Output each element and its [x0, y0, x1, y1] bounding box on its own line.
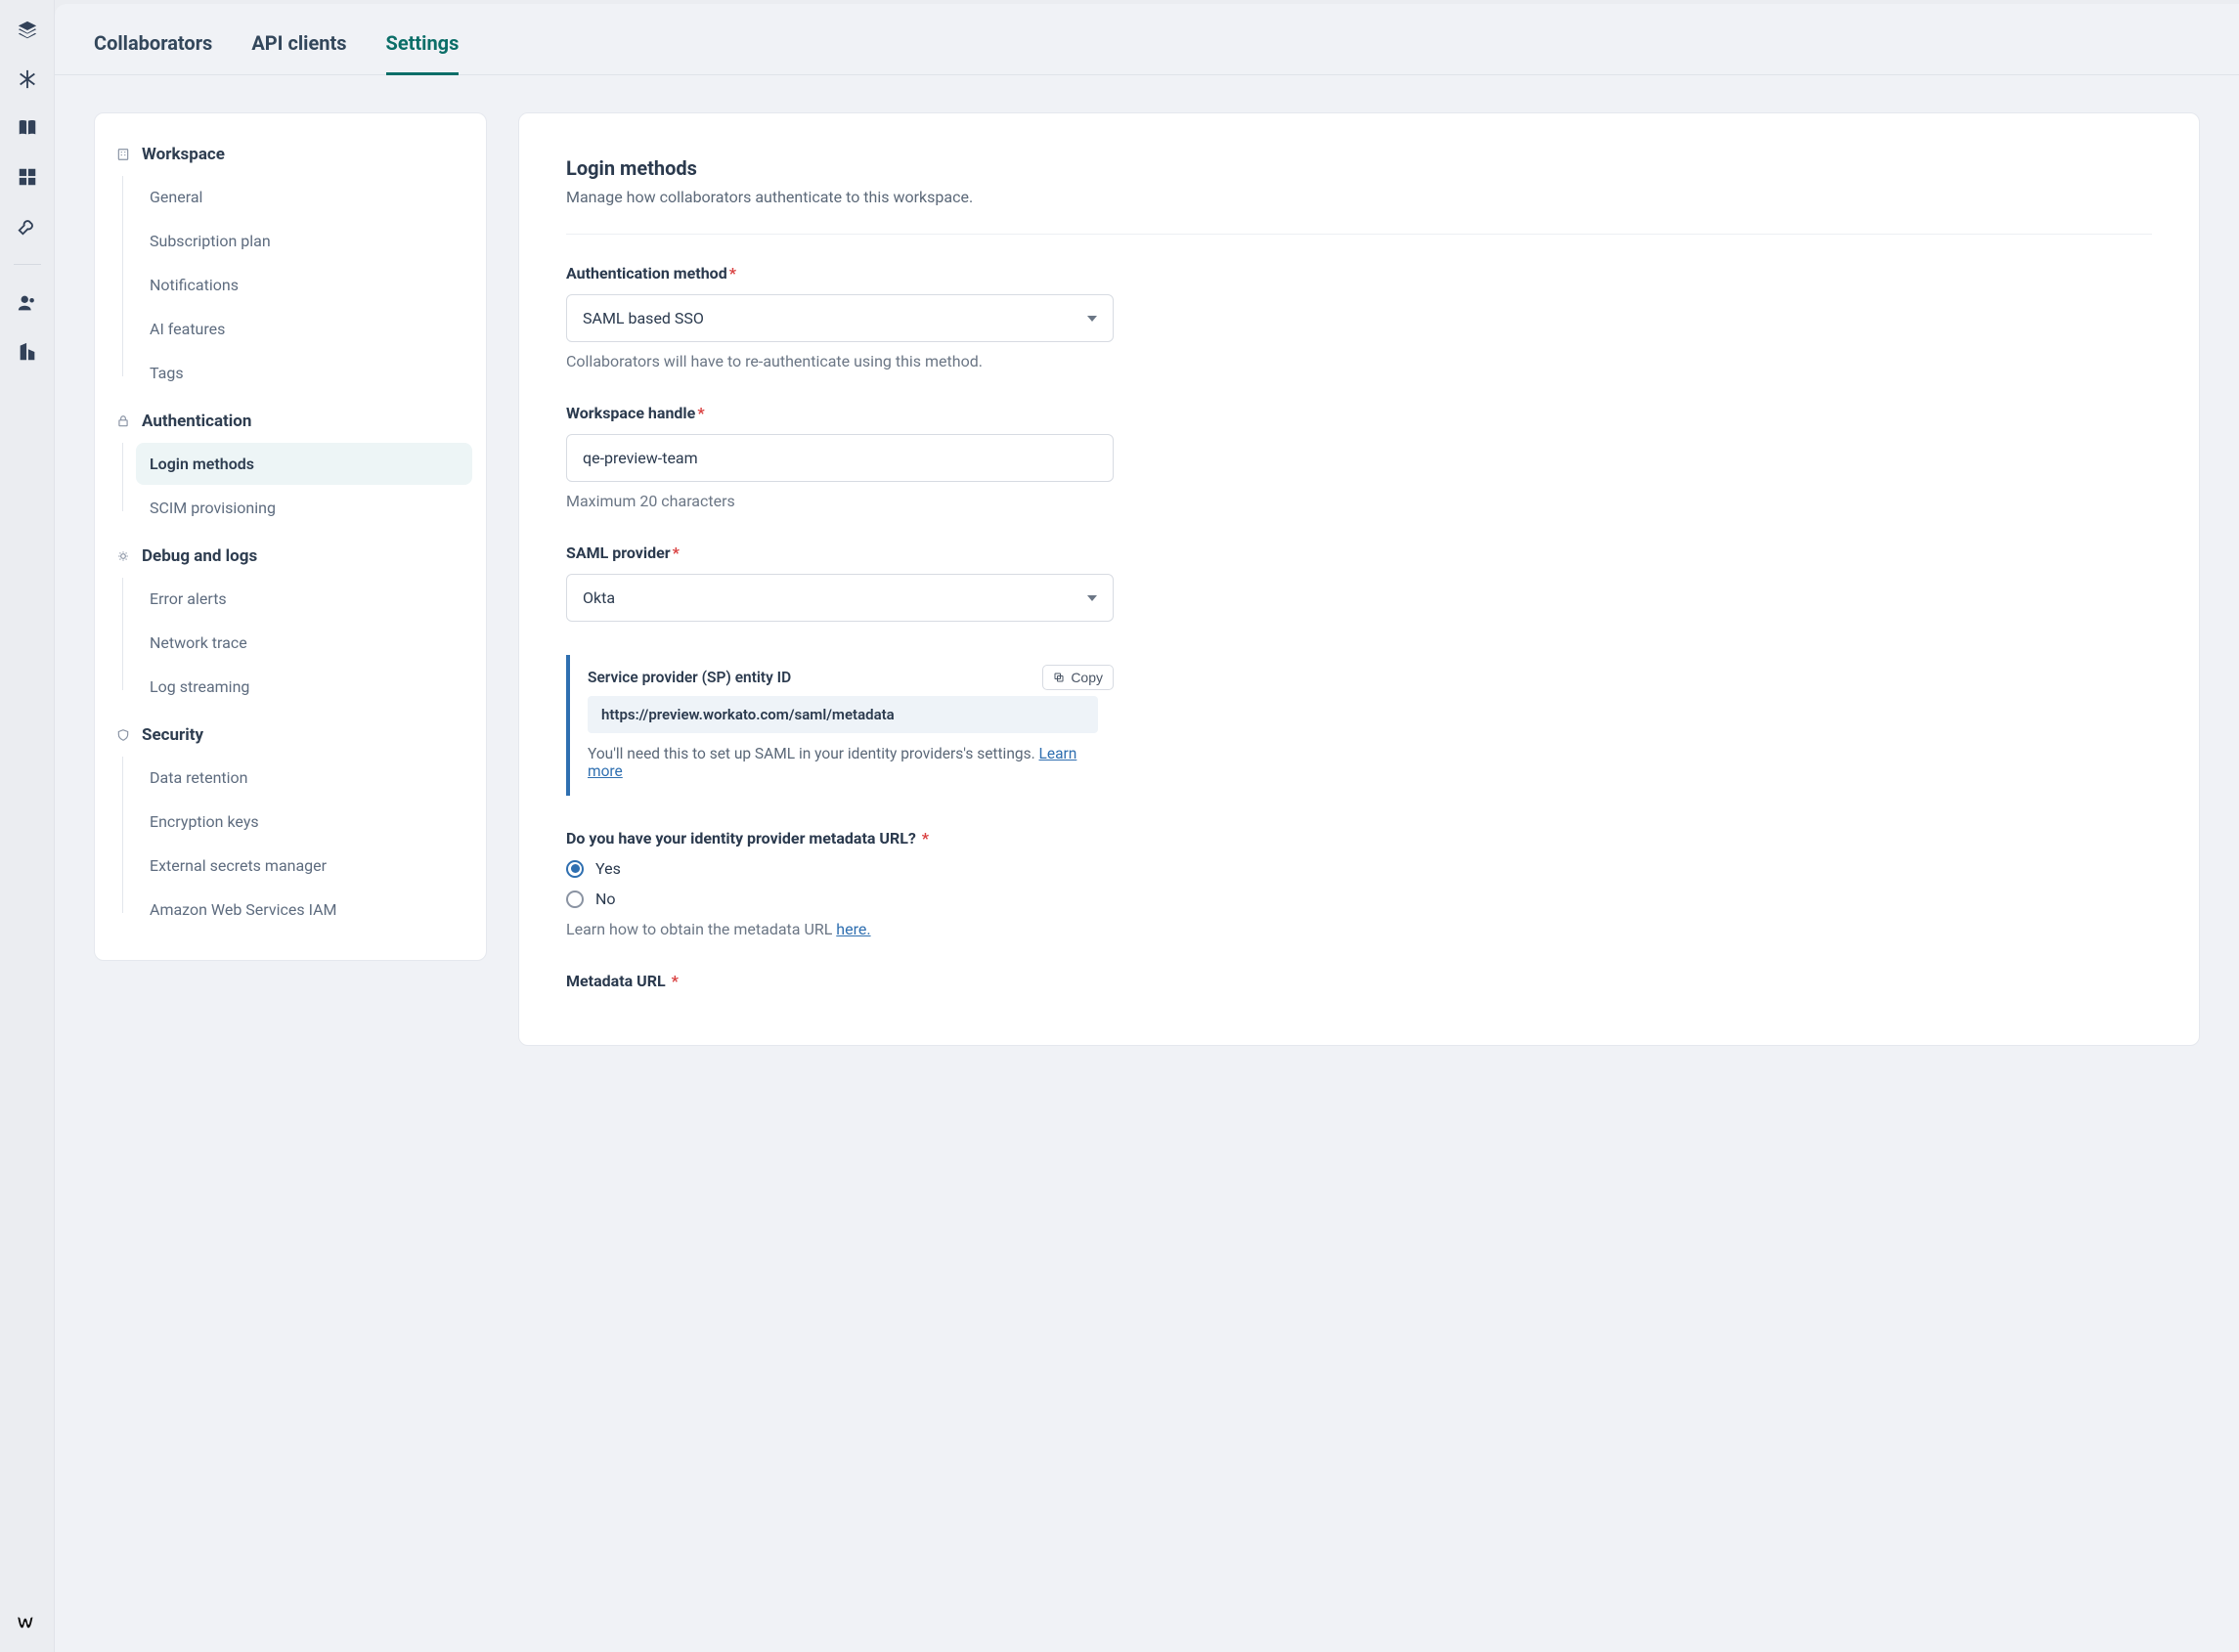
nav-item-encryption-keys[interactable]: Encryption keys [136, 801, 472, 843]
wrench-icon[interactable] [17, 215, 38, 237]
settings-main-panel: Login methods Manage how collaborators a… [518, 112, 2200, 1046]
nav-item-log-streaming[interactable]: Log streaming [136, 666, 472, 708]
tab-collaborators[interactable]: Collaborators [94, 31, 212, 75]
nav-item-external-secrets-manager[interactable]: External secrets manager [136, 845, 472, 887]
sp-entity-id-url: https://preview.workato.com/saml/metadat… [588, 696, 1098, 733]
metadata-q-label: Do you have your identity provider metad… [566, 829, 2152, 848]
page-subtitle: Manage how collaborators authenticate to… [566, 188, 2152, 235]
copy-button[interactable]: Copy [1042, 665, 1114, 690]
radio-no-row[interactable]: No [566, 890, 2152, 908]
metadata-help-link[interactable]: here. [836, 920, 870, 938]
nav-item-network-trace[interactable]: Network trace [136, 622, 472, 664]
rail-divider [14, 264, 41, 265]
layers-icon[interactable] [17, 20, 38, 41]
nav-heading-security: Security [109, 716, 472, 755]
top-tabs: Collaborators API clients Settings [55, 4, 2239, 75]
saml-provider-value: Okta [583, 588, 615, 607]
nav-item-data-retention[interactable]: Data retention [136, 757, 472, 799]
nav-item-ai-features[interactable]: AI features [136, 308, 472, 350]
radio-no[interactable] [566, 891, 584, 908]
nav-heading-workspace: Workspace [109, 135, 472, 174]
left-nav-rail [0, 0, 55, 1652]
nav-item-general[interactable]: General [136, 176, 472, 218]
metadata-url-label: Metadata URL * [566, 972, 2152, 990]
page-body: Collaborators API clients Settings Works… [55, 4, 2239, 1652]
workspace-handle-input-wrap[interactable] [566, 434, 1114, 482]
radio-yes[interactable] [566, 860, 584, 878]
auth-method-value: SAML based SSO [583, 309, 704, 327]
debug-icon [116, 549, 130, 563]
sp-entity-id-box: Copy Service provider (SP) entity ID htt… [566, 655, 1114, 796]
sp-entity-id-title: Service provider (SP) entity ID [588, 669, 1098, 686]
auth-method-select[interactable]: SAML based SSO [566, 294, 1114, 342]
tab-api-clients[interactable]: API clients [251, 31, 346, 75]
workspace-icon [116, 148, 130, 161]
radio-yes-row[interactable]: Yes [566, 859, 2152, 878]
nav-item-notifications[interactable]: Notifications [136, 264, 472, 306]
chevron-down-icon [1087, 316, 1097, 322]
nav-heading-debug-logs: Debug and logs [109, 537, 472, 576]
nav-item-login-methods[interactable]: Login methods [136, 443, 472, 485]
settings-sidebar: Workspace General Subscription plan Noti… [94, 112, 487, 961]
nav-heading-label: Security [142, 725, 203, 745]
auth-icon [116, 414, 130, 428]
page-title: Login methods [566, 156, 2152, 180]
auth-method-helper: Collaborators will have to re-authentica… [566, 352, 2152, 370]
saml-provider-select[interactable]: Okta [566, 574, 1114, 622]
radio-yes-label: Yes [595, 859, 621, 878]
nav-item-subscription-plan[interactable]: Subscription plan [136, 220, 472, 262]
radio-no-label: No [595, 890, 616, 908]
copy-icon [1053, 672, 1065, 683]
nav-heading-label: Debug and logs [142, 546, 257, 566]
chevron-down-icon [1087, 595, 1097, 601]
grid-icon[interactable] [17, 166, 38, 188]
nav-heading-label: Workspace [142, 145, 225, 164]
building-icon[interactable] [17, 341, 38, 363]
saml-provider-label: SAML provider* [566, 543, 2152, 562]
sp-entity-id-help: You'll need this to set up SAML in your … [588, 745, 1098, 780]
nav-item-tags[interactable]: Tags [136, 352, 472, 394]
nav-heading-authentication: Authentication [109, 402, 472, 441]
workspace-handle-label: Workspace handle* [566, 404, 2152, 422]
shield-icon [116, 728, 130, 742]
auth-method-label: Authentication method* [566, 264, 2152, 283]
book-icon[interactable] [17, 117, 38, 139]
snowflake-icon[interactable] [17, 68, 38, 90]
app-logo-icon [15, 1611, 40, 1636]
tab-settings[interactable]: Settings [386, 31, 460, 75]
nav-item-aws-iam[interactable]: Amazon Web Services IAM [136, 889, 472, 931]
users-icon[interactable] [17, 292, 38, 314]
nav-item-error-alerts[interactable]: Error alerts [136, 578, 472, 620]
metadata-q-help: Learn how to obtain the metadata URL her… [566, 920, 2152, 938]
workspace-handle-helper: Maximum 20 characters [566, 492, 2152, 510]
workspace-handle-input[interactable] [583, 449, 1097, 467]
nav-heading-label: Authentication [142, 412, 251, 431]
nav-item-scim-provisioning[interactable]: SCIM provisioning [136, 487, 472, 529]
